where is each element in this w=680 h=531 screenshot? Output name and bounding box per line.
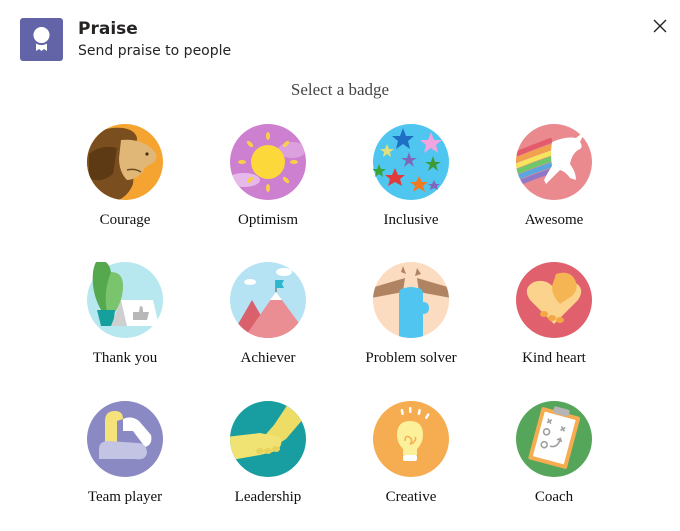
badge-label: Problem solver [365, 350, 457, 366]
unicorn-icon [516, 124, 592, 200]
close-icon [653, 19, 667, 33]
badge-optimism[interactable]: Optimism [203, 124, 333, 254]
praise-app-icon [20, 18, 63, 61]
badge-label: Kind heart [522, 350, 586, 366]
badge-achiever[interactable]: Achiever [203, 262, 333, 392]
badge-label: Inclusive [383, 212, 439, 228]
badge-courage[interactable]: Courage [60, 124, 190, 254]
badge-label: Awesome [524, 212, 584, 228]
heart-handshake-icon [516, 262, 592, 338]
clipboard-plays-icon [516, 401, 592, 477]
badge-leadership[interactable]: Leadership [203, 401, 333, 531]
select-badge-heading: Select a badge [290, 80, 390, 99]
badge-label: Coach [534, 489, 574, 505]
dialog-subtitle: Send praise to people [78, 43, 232, 59]
dialog-title: Praise [78, 19, 138, 39]
badge-inclusive[interactable]: Inclusive [346, 124, 476, 254]
badge-team-player[interactable]: Team player [60, 401, 190, 531]
lion-icon [87, 124, 163, 200]
handshake-icon [230, 401, 306, 477]
badge-label: Achiever [240, 350, 296, 366]
close-button[interactable] [650, 16, 670, 36]
linked-arms-icon [87, 401, 163, 477]
badge-coach[interactable]: Coach [489, 401, 619, 531]
fist-breaking-icon [373, 262, 449, 338]
badge-label: Leadership [234, 489, 302, 505]
mountain-flag-icon [230, 262, 306, 338]
badge-label: Courage [99, 212, 151, 228]
badge-label: Thank you [92, 350, 158, 366]
badge-awesome[interactable]: Awesome [489, 124, 619, 254]
badge-creative[interactable]: Creative [346, 401, 476, 531]
plant-thumbs-up-icon [87, 262, 163, 338]
stars-icon [373, 124, 449, 200]
badge-kind-heart[interactable]: Kind heart [489, 262, 619, 392]
badge-label: Optimism [237, 212, 298, 228]
badge-label: Team player [87, 489, 163, 505]
badge-label: Creative [385, 489, 437, 505]
praise-ribbon-icon [31, 25, 52, 51]
badge-problem-solver[interactable]: Problem solver [346, 262, 476, 392]
badge-thank-you[interactable]: Thank you [60, 262, 190, 392]
sun-icon [230, 124, 306, 200]
light-bulb-icon [373, 401, 449, 477]
